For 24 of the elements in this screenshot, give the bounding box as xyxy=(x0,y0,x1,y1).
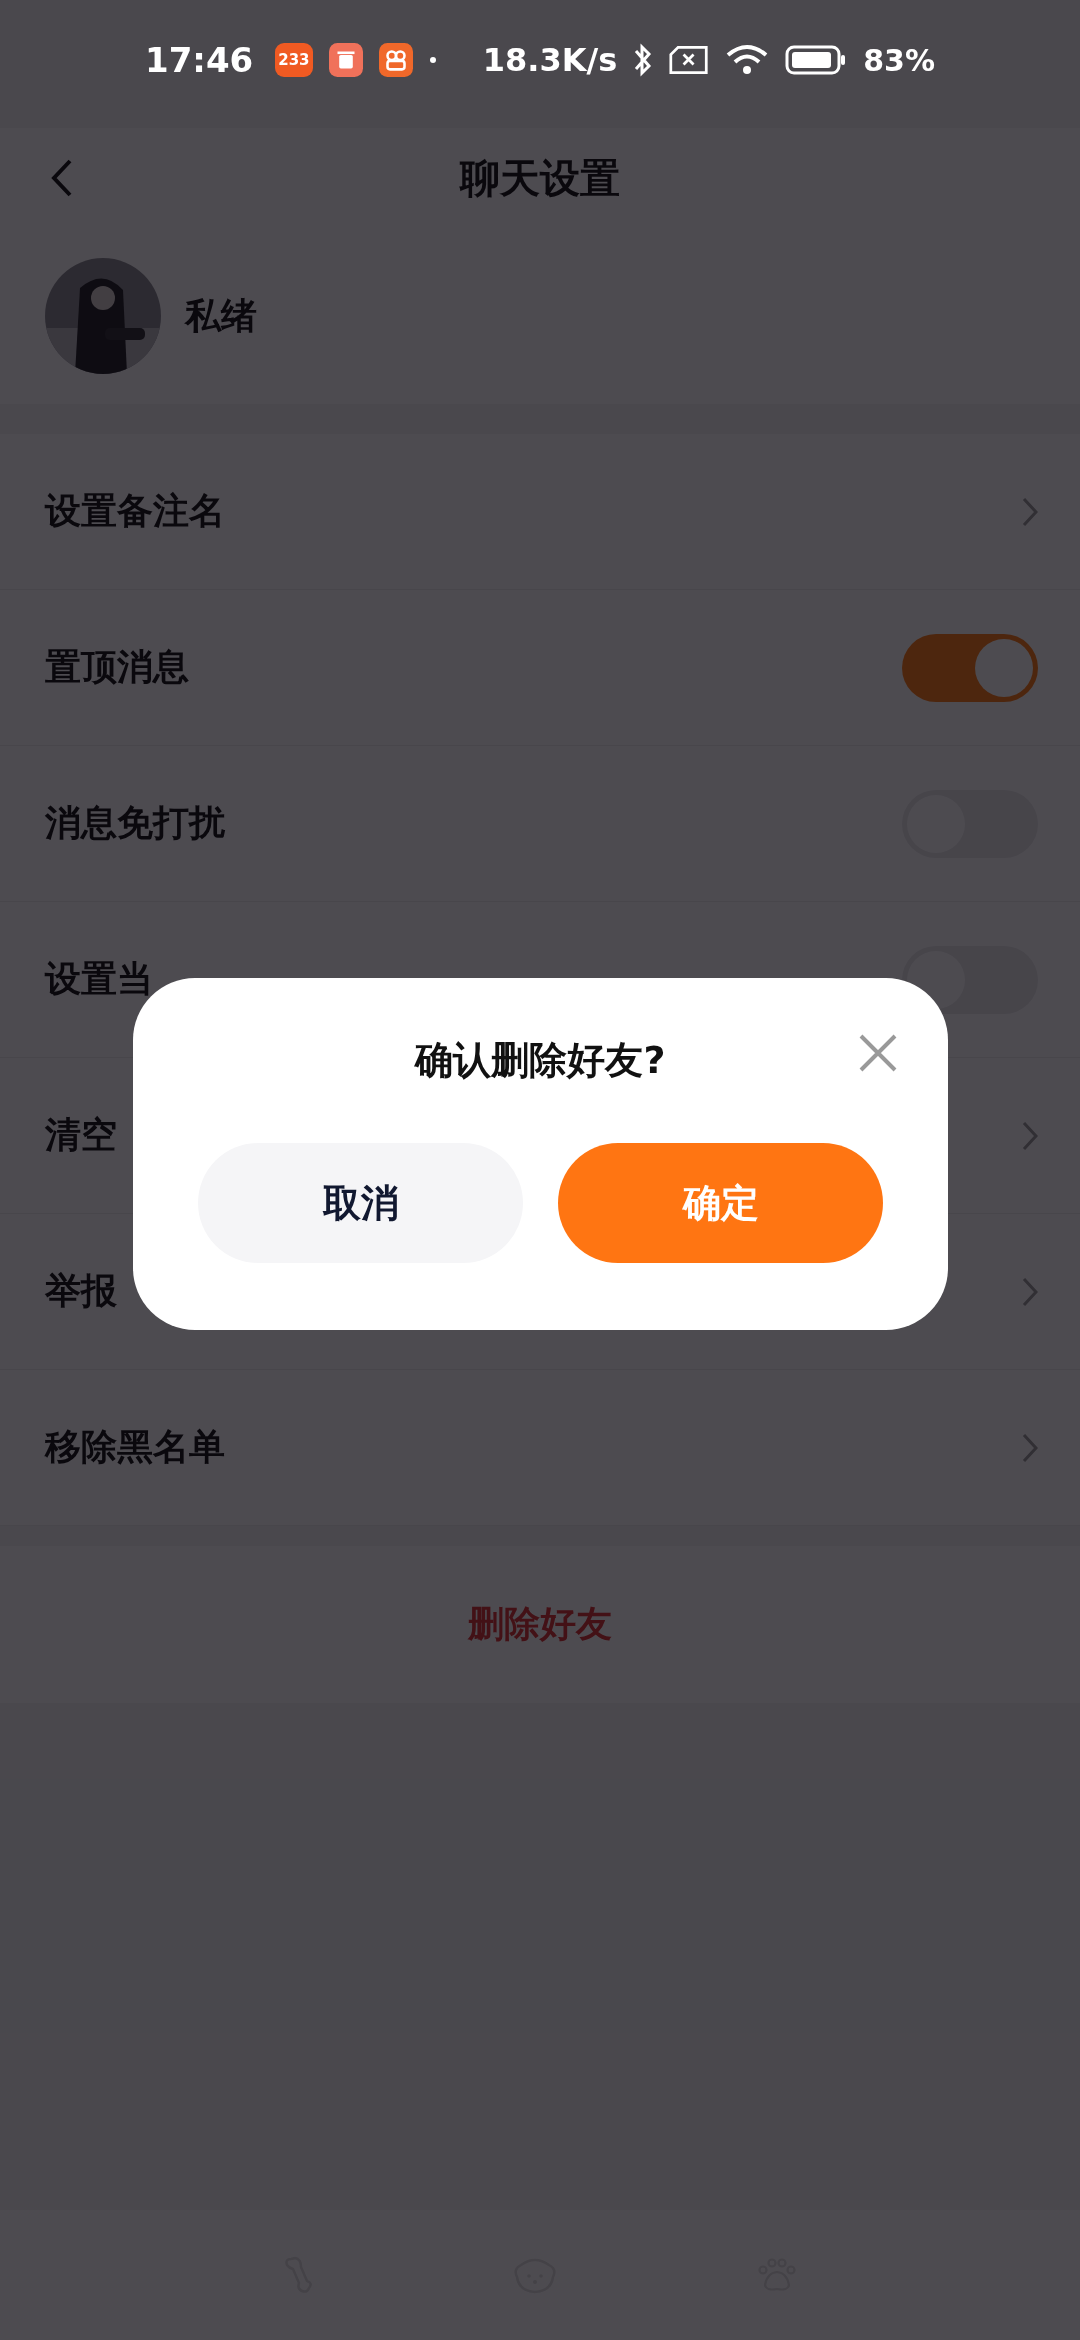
cancel-button[interactable]: 取消 xyxy=(198,1143,523,1263)
contact-name: 私绪 xyxy=(185,293,257,338)
app-icon: 233 xyxy=(275,43,313,77)
page-title: 聊天设置 xyxy=(460,153,620,203)
dot-icon xyxy=(428,56,437,64)
app-icon xyxy=(378,43,413,77)
wifi-icon xyxy=(725,43,770,77)
row-label: 清空 xyxy=(45,1113,117,1157)
network-speed: 18.3K/s xyxy=(482,41,618,79)
row-label: 设置备注名 xyxy=(45,489,225,533)
dialog-title: 确认删除好友? xyxy=(415,1037,666,1084)
battery-level: 83% xyxy=(863,42,935,78)
battery-icon xyxy=(785,45,848,75)
confirm-button[interactable]: 确定 xyxy=(558,1143,883,1263)
sim-icon xyxy=(669,45,710,75)
row-label: 移除黑名单 xyxy=(45,1425,225,1469)
trash-icon xyxy=(328,43,363,77)
row-label: 消息免打扰 xyxy=(45,801,225,845)
row-label: 置顶消息 xyxy=(45,645,189,689)
close-icon[interactable] xyxy=(858,1033,898,1073)
clock-time: 17:46 xyxy=(145,40,254,80)
bluetooth-icon xyxy=(633,42,654,78)
row-label: 设置当 xyxy=(45,957,153,1001)
row-label: 举报 xyxy=(45,1269,117,1313)
